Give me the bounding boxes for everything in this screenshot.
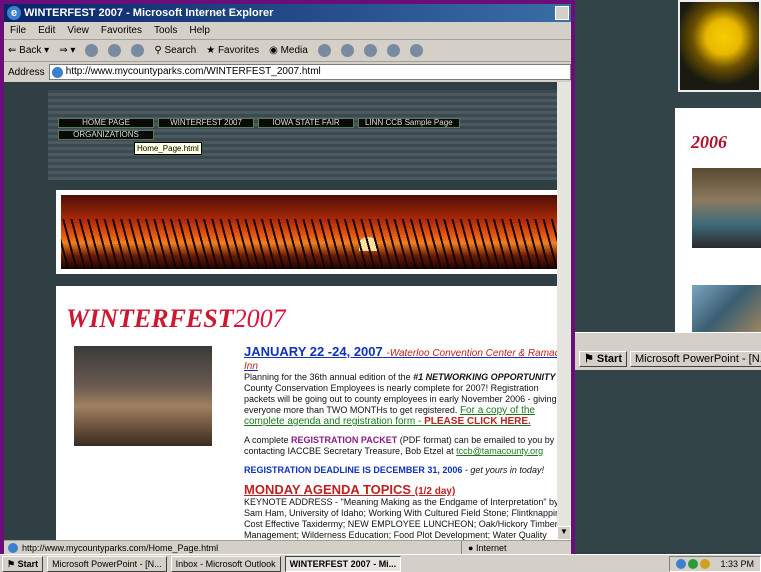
- search-button[interactable]: ⚲ Search: [154, 45, 196, 56]
- sunset-banner: [56, 190, 571, 274]
- task-outlook[interactable]: Inbox - Microsoft Outlook: [170, 555, 281, 572]
- discuss-icon[interactable]: [409, 44, 423, 57]
- event-dates[interactable]: JANUARY 22 -24, 2007 -Waterloo Conventio…: [244, 345, 569, 372]
- title-bar[interactable]: e WINTERFEST 2007 - Microsoft Internet E…: [4, 4, 571, 22]
- refresh-icon[interactable]: [108, 44, 122, 57]
- menu-favorites[interactable]: Favorites: [101, 22, 142, 39]
- toolbar: ⇐ Back ▾ ⇒ ▾ ⚲ Search ★ Favorites ◉ Medi…: [4, 40, 571, 62]
- status-bar: http://www.mycountyparks.com/Home_Page.h…: [4, 540, 571, 554]
- media-button[interactable]: ◉ Media: [269, 45, 308, 56]
- back-button[interactable]: ⇐ Back ▾: [8, 45, 49, 56]
- forward-button[interactable]: ⇒ ▾: [59, 45, 75, 56]
- ie-icon: e: [7, 6, 21, 20]
- edit-icon[interactable]: [386, 44, 400, 57]
- email-link[interactable]: tccb@tamacounty.org: [456, 446, 543, 456]
- deadline-text: REGISTRATION DEADLINE IS DECEMBER 31, 20…: [244, 465, 544, 475]
- event-photo: [74, 346, 212, 446]
- address-bar: Address http://www.mycountyparks.com/WIN…: [4, 62, 571, 82]
- sunset-image: [61, 195, 566, 269]
- intro-paragraph: Planning for the 36th annual edition of …: [244, 372, 569, 427]
- nav-organizations[interactable]: ORGANIZATIONS: [58, 130, 154, 140]
- clock: 1:33 PM: [720, 558, 754, 569]
- home-icon[interactable]: [131, 44, 145, 57]
- scroll-down-arrow[interactable]: ▼: [557, 526, 571, 540]
- maximize-button[interactable]: [555, 6, 569, 20]
- browser-chrome: File Edit View Favorites Tools Help ⇐ Ba…: [4, 22, 571, 82]
- menu-view[interactable]: View: [67, 22, 89, 39]
- page-status-icon: [8, 542, 18, 553]
- background-window-taskbar: ⚑ Start Microsoft PowerPoint - [N...: [575, 332, 761, 370]
- start-button-2[interactable]: ⚑ Start: [579, 351, 627, 367]
- stop-icon[interactable]: [85, 44, 99, 57]
- page-title: WINTERFEST2007: [66, 304, 286, 333]
- content-panel: WINTERFEST2007 JANUARY 22 -24, 2007 -Wat…: [56, 286, 571, 540]
- tray-icon[interactable]: [700, 558, 711, 569]
- address-url: http://www.mycountyparks.com/WINTERFEST_…: [65, 66, 321, 77]
- nav-bar: HOME PAGE WINTERFEST 2007 IOWA STATE FAI…: [58, 118, 478, 140]
- menu-file[interactable]: File: [10, 22, 26, 39]
- window-title: WINTERFEST 2007 - Microsoft Internet Exp…: [24, 7, 274, 19]
- building-photo: [692, 285, 761, 333]
- taskbar: ⚑ Start Microsoft PowerPoint - [N... Inb…: [0, 554, 761, 572]
- start-button[interactable]: ⚑ Start: [2, 555, 44, 572]
- address-input[interactable]: http://www.mycountyparks.com/WINTERFEST_…: [48, 64, 571, 80]
- packet-paragraph: A complete REGISTRATION PACKET (PDF form…: [244, 435, 555, 456]
- history-icon[interactable]: [317, 44, 331, 57]
- page-viewport: HOME PAGE WINTERFEST 2007 IOWA STATE FAI…: [4, 82, 571, 540]
- favorites-button[interactable]: ★ Favorites: [206, 45, 259, 56]
- system-tray: 1:33 PM: [669, 555, 761, 572]
- monday-heading: MONDAY AGENDA TOPICS (1/2 day): [244, 482, 456, 497]
- address-label: Address: [8, 66, 45, 78]
- print-icon[interactable]: [363, 44, 377, 57]
- event-text: JANUARY 22 -24, 2007 -Waterloo Conventio…: [244, 345, 569, 540]
- nav-winterfest-2007[interactable]: WINTERFEST 2007: [158, 118, 254, 128]
- vertical-scrollbar[interactable]: ▼: [557, 82, 571, 540]
- task-powerpoint[interactable]: Microsoft PowerPoint - [N...: [47, 555, 167, 572]
- menu-help[interactable]: Help: [189, 22, 210, 39]
- menu-tools[interactable]: Tools: [154, 22, 177, 39]
- flower-photo: [678, 0, 761, 92]
- tray-icon[interactable]: [688, 558, 699, 569]
- mail-icon[interactable]: [340, 44, 354, 57]
- tray-icon[interactable]: [676, 558, 687, 569]
- page-icon: [51, 66, 63, 78]
- nav-home-page[interactable]: HOME PAGE: [58, 118, 154, 128]
- status-url: http://www.mycountyparks.com/Home_Page.h…: [22, 542, 219, 553]
- year-heading: 2006: [691, 132, 727, 152]
- task-powerpoint-2[interactable]: Microsoft PowerPoint - [N...: [629, 351, 761, 367]
- link-tooltip: Home_Page.html: [134, 142, 202, 155]
- menu-bar: File Edit View Favorites Tools Help: [4, 22, 571, 40]
- menu-edit[interactable]: Edit: [38, 22, 55, 39]
- nav-linn-ccb[interactable]: LINN CCB Sample Page: [358, 118, 460, 128]
- nav-iowa-state-fair[interactable]: IOWA STATE FAIR: [258, 118, 354, 128]
- zone-indicator: ● Internet: [461, 541, 571, 554]
- task-winterfest[interactable]: WINTERFEST 2007 - Mi...: [284, 555, 402, 572]
- browser-window: e WINTERFEST 2007 - Microsoft Internet E…: [0, 0, 575, 572]
- restaurant-photo: [692, 168, 761, 248]
- monday-text: KEYNOTE ADDRESS - "Meaning Making as the…: [244, 497, 568, 540]
